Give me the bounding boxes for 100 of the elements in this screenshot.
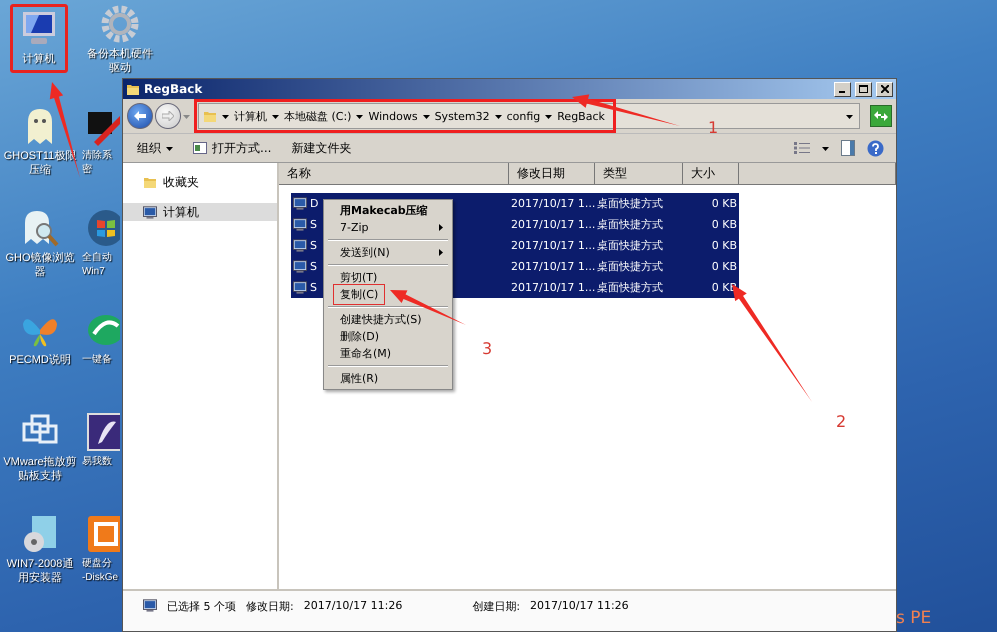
caret-icon xyxy=(272,112,279,120)
shortcut-icon xyxy=(293,197,307,210)
file-date: 2017/10/17 1... xyxy=(510,280,595,296)
column-header[interactable]: 名称 xyxy=(279,163,509,185)
window-title: RegBack xyxy=(144,82,204,96)
file-size: 0 KB xyxy=(710,259,738,275)
file-size: 0 KB xyxy=(710,196,738,212)
folder-icon xyxy=(126,82,140,96)
maximize-icon xyxy=(859,85,868,93)
menu-item[interactable]: 7-Zip xyxy=(324,219,452,236)
orb-icon xyxy=(86,208,120,248)
menu-item-label: 创建快捷方式(S) xyxy=(340,312,422,327)
back-button[interactable] xyxy=(127,103,153,129)
wallpaper-text: s PE xyxy=(896,608,932,628)
toolbar-button[interactable]: 组织 xyxy=(135,138,175,158)
forward-button[interactable] xyxy=(155,103,181,129)
file-name: S xyxy=(310,260,317,273)
desktop-icon-label[interactable]: 器 xyxy=(34,265,46,279)
desktop-icon-label[interactable]: 用安装器 xyxy=(18,571,62,585)
file-size: 0 KB xyxy=(710,217,738,233)
file-date: 2017/10/17 1... xyxy=(510,196,595,212)
disk-tool-icon xyxy=(86,514,120,554)
caret-icon xyxy=(545,112,552,120)
toolbar-button[interactable]: 打开方式... xyxy=(191,138,274,158)
desktop-icon-label[interactable]: -DiskGe xyxy=(82,571,118,585)
file-type: 桌面快捷方式 xyxy=(596,280,664,296)
submenu-arrow-icon xyxy=(437,224,444,231)
created-value: 2017/10/17 11:26 xyxy=(530,599,629,612)
help-icon[interactable] xyxy=(867,140,884,156)
tile-icon xyxy=(86,412,120,452)
annotation-number: 3 xyxy=(482,339,492,358)
menu-item[interactable]: 重命名(M) xyxy=(324,345,452,362)
desktop-icon-label[interactable]: GHO镜像浏览 xyxy=(5,251,75,265)
breadcrumb-item[interactable]: config xyxy=(506,110,540,122)
desktop-icon-label[interactable]: Win7 xyxy=(82,265,105,279)
breadcrumb-item[interactable]: 计算机 xyxy=(234,108,267,124)
menu-item[interactable]: 删除(D) xyxy=(324,328,452,345)
column-header[interactable]: 大小 xyxy=(683,163,739,185)
file-name: S xyxy=(310,281,317,294)
file-name: S xyxy=(310,239,317,252)
folder-icon xyxy=(143,175,157,189)
modified-label: 修改日期: xyxy=(246,599,294,614)
file-type: 桌面快捷方式 xyxy=(596,196,664,212)
desktop-icon-label[interactable]: 易我数 xyxy=(82,455,112,469)
modified-value: 2017/10/17 11:26 xyxy=(304,599,402,612)
file-type: 桌面快捷方式 xyxy=(596,259,664,275)
menu-item-label: 重命名(M) xyxy=(340,346,392,361)
annotation-number: 2 xyxy=(836,412,846,431)
view-caret-icon xyxy=(822,144,829,152)
caret-icon xyxy=(422,112,430,120)
computer-icon xyxy=(143,599,157,612)
maximize-button[interactable] xyxy=(855,82,872,96)
minimize-button[interactable] xyxy=(834,82,851,96)
menu-item-label: 7-Zip xyxy=(340,221,369,234)
breadcrumb-item[interactable]: Windows xyxy=(368,110,418,122)
menu-item[interactable]: 属性(R) xyxy=(324,370,452,387)
caret-icon xyxy=(356,112,364,120)
column-header[interactable]: 修改日期 xyxy=(509,163,595,185)
desktop-icon-label[interactable]: 硬盘分 xyxy=(82,557,112,571)
column-header[interactable]: 类型 xyxy=(595,163,683,185)
arrows-icon xyxy=(874,111,888,121)
back-arrow-icon xyxy=(134,111,146,121)
file-name: D xyxy=(310,197,318,210)
menu-item-label: 删除(D) xyxy=(340,329,380,344)
file-date: 2017/10/17 1... xyxy=(510,238,595,254)
caret-icon xyxy=(166,144,173,152)
desktop-icon-label[interactable]: VMware拖放剪 xyxy=(3,455,77,469)
shortcut-icon xyxy=(293,281,307,294)
gear-icon xyxy=(100,4,140,44)
nav-item[interactable]: 计算机 xyxy=(123,203,277,221)
breadcrumb-item[interactable]: System32 xyxy=(434,110,490,122)
file-type: 桌面快捷方式 xyxy=(596,238,664,254)
close-button[interactable] xyxy=(876,82,893,96)
nav-item[interactable]: 收藏夹 xyxy=(123,173,277,191)
go-button[interactable] xyxy=(870,105,892,127)
shortcut-icon xyxy=(293,218,307,231)
breadcrumb-item[interactable]: 本地磁盘 (C:) xyxy=(284,108,352,124)
desktop-icon-label[interactable]: 全自动 xyxy=(82,251,112,265)
desktop-icon-label[interactable]: WIN7-2008通 xyxy=(6,557,74,571)
menu-item[interactable]: 创建快捷方式(S) xyxy=(324,311,452,328)
caret-icon xyxy=(222,112,229,120)
file-date: 2017/10/17 1... xyxy=(510,259,595,275)
desktop-icon-label[interactable]: 贴板支持 xyxy=(18,469,62,483)
computer-icon xyxy=(143,206,157,218)
shortcut-icon xyxy=(293,260,307,273)
preview-pane-icon[interactable] xyxy=(841,140,855,156)
shortcut-icon xyxy=(293,239,307,252)
menu-item-label: 属性(R) xyxy=(340,371,378,386)
caret-icon xyxy=(494,112,502,120)
breadcrumb-item[interactable]: RegBack xyxy=(557,110,605,122)
desktop-icon-label[interactable]: PECMD说明 xyxy=(9,353,71,367)
forward-arrow-icon xyxy=(162,111,174,121)
submenu-arrow-icon xyxy=(437,249,444,256)
toolbar-button[interactable]: 新建文件夹 xyxy=(289,138,354,158)
folder-icon xyxy=(203,109,217,123)
view-options-icon[interactable] xyxy=(794,142,810,154)
window-icon xyxy=(193,142,207,154)
desktop-icon-label[interactable]: 一键备 xyxy=(82,353,112,367)
file-type: 桌面快捷方式 xyxy=(596,217,664,233)
created-label: 创建日期: xyxy=(472,599,520,614)
